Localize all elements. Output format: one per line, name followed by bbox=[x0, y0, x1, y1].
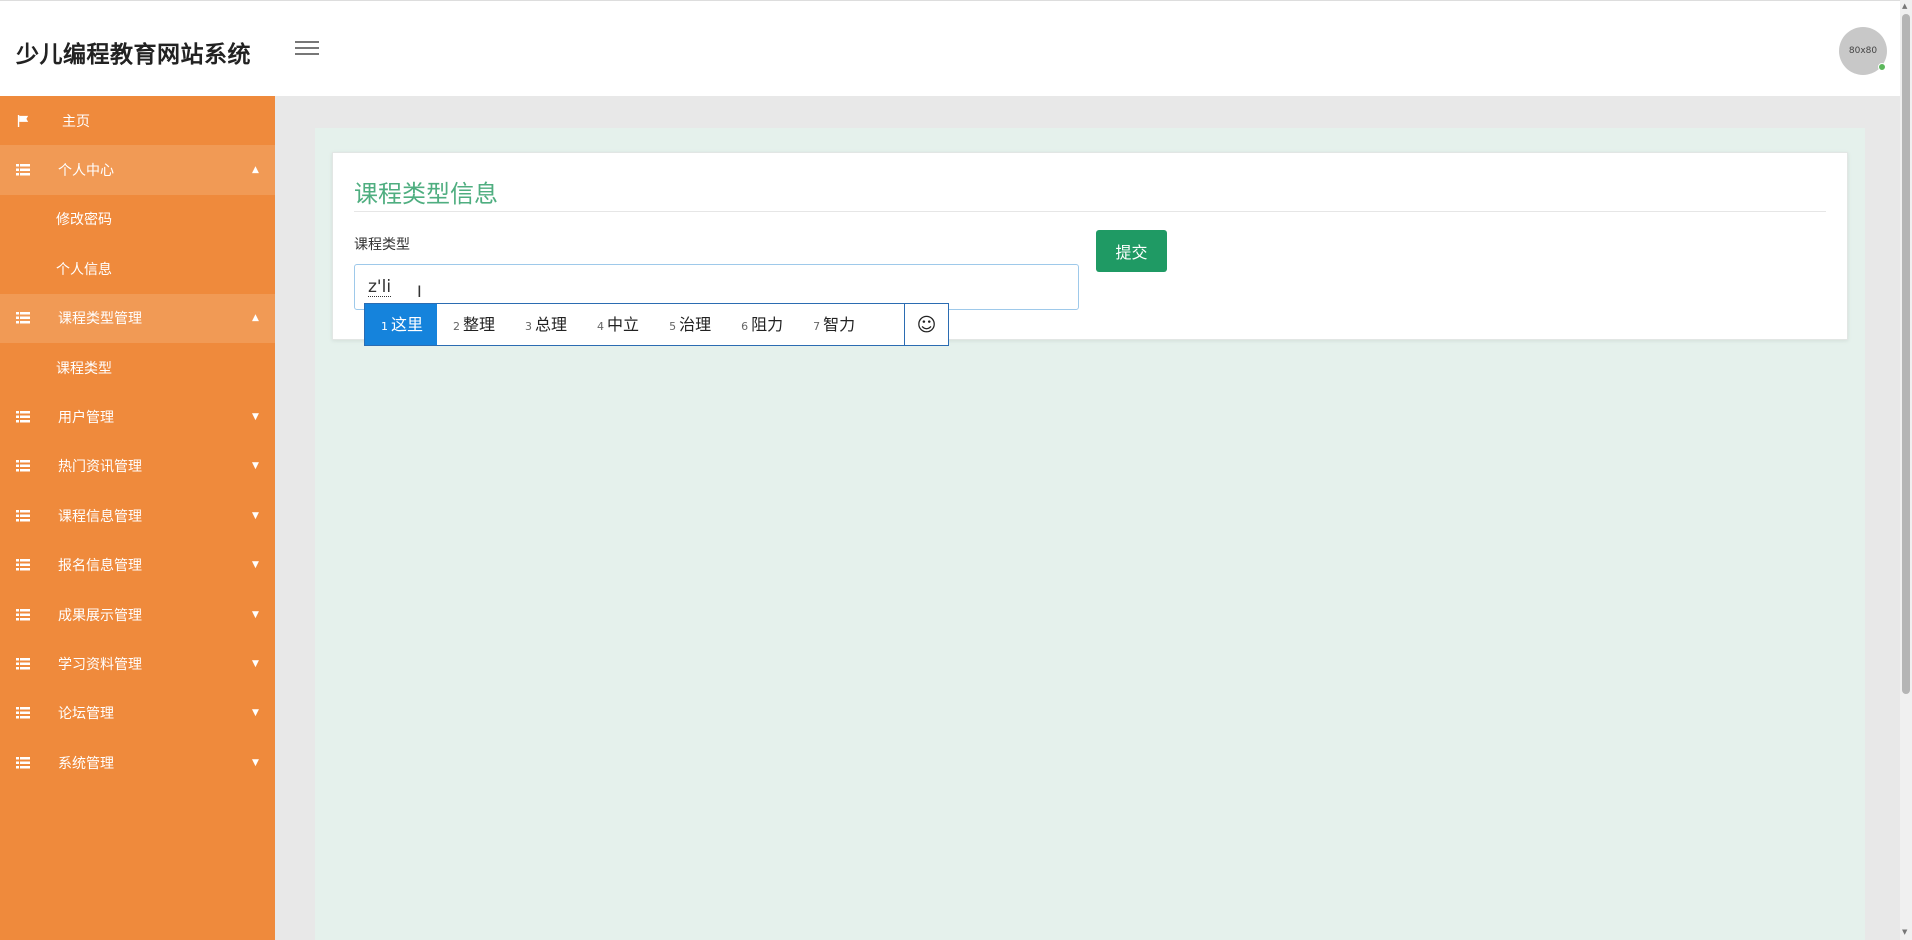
sidebar-item-label: 热门资讯管理 bbox=[58, 459, 142, 476]
chevron-down-icon: ▼ bbox=[252, 461, 259, 472]
sidebar: 主页 个人中心 ▲ 修改密码 个人信息 课程类型管理 ▲ 课程类型 用户管理 ▼ bbox=[0, 96, 275, 940]
sidebar-item-label: 系统管理 bbox=[58, 755, 114, 772]
chevron-up-icon: ▲ bbox=[252, 165, 259, 176]
grid-icon bbox=[16, 509, 30, 522]
candidate-number: 5 bbox=[669, 320, 677, 333]
chevron-down-icon: ▼ bbox=[252, 412, 259, 423]
grid-icon bbox=[16, 164, 30, 176]
submit-button[interactable]: 提交 bbox=[1096, 230, 1167, 272]
title-divider bbox=[354, 211, 1826, 212]
sidebar-item-achievement-management[interactable]: 成果展示管理 ▼ bbox=[0, 590, 275, 639]
app-title: 少儿编程教育网站系统 bbox=[16, 42, 251, 68]
chevron-down-icon: ▼ bbox=[252, 560, 259, 571]
grid-icon bbox=[16, 411, 30, 423]
form-title: 课程类型信息 bbox=[354, 180, 498, 208]
chevron-down-icon: ▼ bbox=[252, 757, 259, 768]
sidebar-item-course-type-management[interactable]: 课程类型管理 ▲ bbox=[0, 293, 275, 343]
sidebar-item-label: 课程类型管理 bbox=[58, 311, 142, 328]
sidebar-item-study-material-management[interactable]: 学习资料管理 ▼ bbox=[0, 639, 275, 688]
chevron-down-icon: ▼ bbox=[252, 658, 259, 669]
scroll-up-arrow-icon[interactable]: ▲ bbox=[1902, 2, 1907, 10]
ime-candidate-6[interactable]: 6 阻力 bbox=[725, 304, 797, 345]
candidate-text: 智力 bbox=[823, 315, 856, 334]
vertical-scrollbar[interactable]: ▲ ▼ bbox=[1900, 0, 1912, 940]
sidebar-item-label: 主页 bbox=[62, 113, 90, 130]
chevron-down-icon: ▼ bbox=[252, 609, 259, 620]
flag-icon bbox=[17, 114, 29, 127]
sidebar-item-user-management[interactable]: 用户管理 ▼ bbox=[0, 392, 275, 441]
chevron-up-icon: ▲ bbox=[252, 313, 259, 324]
candidate-text: 这里 bbox=[391, 315, 424, 334]
ime-candidate-2[interactable]: 2 整理 bbox=[437, 304, 509, 345]
sidebar-item-registration-management[interactable]: 报名信息管理 ▼ bbox=[0, 541, 275, 590]
scroll-thumb[interactable] bbox=[1902, 14, 1910, 694]
ime-candidate-3[interactable]: 3 总理 bbox=[509, 304, 581, 345]
ime-candidate-1[interactable]: 1 这里 bbox=[365, 304, 438, 345]
sidebar-item-label: 报名信息管理 bbox=[58, 558, 142, 575]
grid-icon bbox=[16, 756, 30, 769]
sidebar-subitem-personal-info[interactable]: 个人信息 bbox=[0, 244, 275, 293]
sidebar-subitem-course-type[interactable]: 课程类型 bbox=[0, 343, 275, 392]
sidebar-item-label: 个人中心 bbox=[58, 163, 114, 180]
candidate-number: 4 bbox=[597, 320, 605, 333]
online-status-dot bbox=[1878, 63, 1886, 71]
grid-icon bbox=[16, 608, 30, 621]
candidate-number: 6 bbox=[741, 320, 749, 333]
sidebar-item-course-info-management[interactable]: 课程信息管理 ▼ bbox=[0, 491, 275, 540]
sidebar-item-hot-news-management[interactable]: 热门资讯管理 ▼ bbox=[0, 442, 275, 491]
sidebar-item-label: 用户管理 bbox=[58, 410, 114, 427]
grid-icon bbox=[16, 460, 30, 472]
text-cursor-icon: I bbox=[417, 282, 422, 301]
candidate-text: 治理 bbox=[679, 315, 712, 334]
grid-icon bbox=[16, 657, 30, 670]
sidebar-item-label: 学习资料管理 bbox=[58, 656, 142, 673]
chevron-down-icon: ▼ bbox=[252, 510, 259, 521]
course-type-label: 课程类型 bbox=[354, 237, 410, 253]
grid-icon bbox=[16, 707, 30, 719]
sidebar-item-system-management[interactable]: 系统管理 ▼ bbox=[0, 738, 275, 787]
ime-candidate-bar: 1 这里 2 整理 3 总理 4 中立 5 治理 6 阻力 7 智力 ☺ bbox=[364, 303, 949, 346]
candidate-text: 阻力 bbox=[751, 315, 784, 334]
candidate-text: 整理 bbox=[463, 315, 496, 334]
avatar-text: 80x80 bbox=[1848, 46, 1878, 56]
candidate-number: 2 bbox=[453, 320, 461, 333]
candidate-text: 总理 bbox=[535, 315, 568, 334]
chevron-down-icon: ▼ bbox=[252, 708, 259, 719]
sidebar-subitem-change-password[interactable]: 修改密码 bbox=[0, 195, 275, 244]
sidebar-item-personal-center[interactable]: 个人中心 ▲ bbox=[0, 145, 275, 195]
grid-icon bbox=[16, 559, 30, 571]
sidebar-item-label: 课程信息管理 bbox=[58, 508, 142, 525]
emoji-icon[interactable]: ☺ bbox=[904, 304, 948, 345]
sidebar-item-home[interactable]: 主页 bbox=[0, 96, 275, 145]
grid-icon bbox=[16, 312, 30, 324]
hamburger-icon[interactable] bbox=[295, 41, 319, 59]
sidebar-item-forum-management[interactable]: 论坛管理 ▼ bbox=[0, 689, 275, 738]
candidate-text: 中立 bbox=[607, 315, 640, 334]
candidate-number: 3 bbox=[525, 320, 533, 333]
candidate-number: 7 bbox=[813, 320, 821, 333]
sidebar-item-label: 成果展示管理 bbox=[58, 607, 142, 624]
ime-candidate-7[interactable]: 7 智力 bbox=[797, 304, 869, 345]
course-type-input-value: z'li bbox=[368, 277, 392, 297]
scroll-down-arrow-icon[interactable]: ▼ bbox=[1902, 928, 1907, 936]
ime-candidate-5[interactable]: 5 治理 bbox=[653, 304, 725, 345]
top-header: 少儿编程教育网站系统 80x80 bbox=[0, 0, 1900, 96]
candidate-number: 1 bbox=[381, 320, 388, 333]
sidebar-item-label: 论坛管理 bbox=[58, 706, 114, 723]
ime-candidate-4[interactable]: 4 中立 bbox=[581, 304, 653, 345]
